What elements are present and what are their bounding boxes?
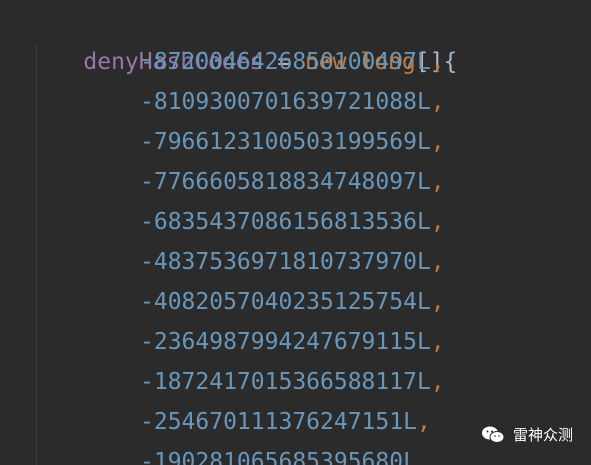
array-value: -2364987994247679115L: [140, 329, 431, 355]
value-separator: ,: [430, 249, 445, 275]
array-value: -8720046426850100497L: [140, 49, 431, 75]
value-separator: ,: [430, 369, 445, 395]
code-editor[interactable]: denyHashCodes = new long[]{ -87200464268…: [0, 0, 591, 465]
array-value: -6835437086156813536L: [140, 209, 431, 235]
value-separator: ,: [430, 49, 445, 75]
code-line-value[interactable]: -2364987994247679115L,: [140, 322, 445, 362]
array-value: -254670111376247151L: [140, 409, 417, 435]
array-value: -8109300701639721088L: [140, 89, 431, 115]
value-separator: ,: [430, 209, 445, 235]
code-line-value[interactable]: -1872417015366588117L,: [140, 362, 445, 402]
watermark: 雷神众测: [481, 424, 573, 445]
code-line-value[interactable]: -254670111376247151L,: [140, 402, 431, 442]
code-line-value[interactable]: -8109300701639721088L,: [140, 82, 445, 122]
value-separator: ,: [416, 409, 431, 435]
code-line-value[interactable]: -4082057040235125754L,: [140, 282, 445, 322]
wechat-icon: [481, 426, 505, 443]
code-line-value[interactable]: -190281065685395680L,: [140, 442, 431, 465]
value-separator: ,: [430, 89, 445, 115]
array-value: -1872417015366588117L: [140, 369, 431, 395]
value-separator: ,: [416, 449, 431, 465]
value-separator: ,: [430, 289, 445, 315]
array-value: -4837536971810737970L: [140, 249, 431, 275]
code-line-declaration[interactable]: denyHashCodes = new long[]{: [28, 2, 457, 75]
array-value: -4082057040235125754L: [140, 289, 431, 315]
watermark-text: 雷神众测: [512, 426, 573, 444]
code-line-value[interactable]: -7966123100503199569L,: [140, 122, 445, 162]
code-line-value[interactable]: -7766605818834748097L,: [140, 162, 445, 202]
value-separator: ,: [430, 329, 445, 355]
code-line-value[interactable]: -4837536971810737970L,: [140, 242, 445, 282]
value-separator: ,: [430, 129, 445, 155]
code-line-value[interactable]: -8720046426850100497L,: [140, 42, 445, 82]
array-value: -7766605818834748097L: [140, 169, 431, 195]
code-line-value[interactable]: -6835437086156813536L,: [140, 202, 445, 242]
value-separator: ,: [430, 169, 445, 195]
array-value: -7966123100503199569L: [140, 129, 431, 155]
array-value: -190281065685395680L: [140, 449, 417, 465]
